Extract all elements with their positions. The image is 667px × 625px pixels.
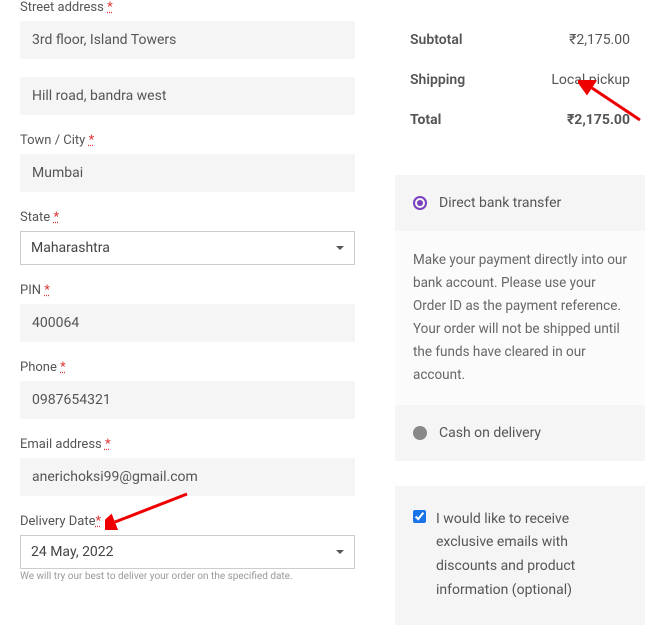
shipping-row: Shipping Local pickup	[410, 60, 630, 100]
total-label: Total	[410, 112, 441, 128]
delivery-date-hint: We will try our best to deliver your ord…	[20, 571, 355, 582]
chevron-down-icon	[336, 246, 344, 250]
consent-checkbox-row: I would like to receive exclusive emails…	[395, 486, 645, 625]
pin-label: PIN *	[20, 283, 355, 298]
consent-checkbox[interactable]	[413, 510, 426, 523]
subtotal-value: ₹2,175.00	[569, 32, 630, 48]
city-label: Town / City *	[20, 133, 355, 148]
payment-option-cod[interactable]: Cash on delivery	[395, 405, 645, 461]
pin-field: PIN *	[20, 283, 355, 342]
payment-methods: Direct bank transfer Make your payment d…	[395, 175, 645, 461]
street-address-field: Street address *	[20, 0, 355, 59]
state-select[interactable]: Maharashtra	[20, 231, 355, 265]
order-summary: Subtotal ₹2,175.00 Shipping Local pickup…	[395, 0, 645, 150]
street-address-2-field	[20, 77, 355, 115]
street-address-input[interactable]	[20, 21, 355, 59]
city-input[interactable]	[20, 154, 355, 192]
payment-bank-description: Make your payment directly into our bank…	[395, 231, 645, 405]
payment-option-bank[interactable]: Direct bank transfer	[395, 175, 645, 231]
pin-input[interactable]	[20, 304, 355, 342]
street-address-2-input[interactable]	[20, 77, 355, 115]
email-field: Email address *	[20, 437, 355, 496]
phone-input[interactable]	[20, 381, 355, 419]
phone-field: Phone *	[20, 360, 355, 419]
shipping-value: Local pickup	[551, 72, 630, 88]
phone-label: Phone *	[20, 360, 355, 375]
delivery-date-value: 24 May, 2022	[21, 536, 354, 568]
delivery-date-field: Delivery Date* 24 May, 2022 We will try …	[20, 514, 355, 582]
city-field: Town / City *	[20, 133, 355, 192]
radio-selected-icon	[413, 196, 427, 210]
email-label: Email address *	[20, 437, 355, 452]
radio-unselected-icon	[413, 426, 427, 440]
state-select-value: Maharashtra	[21, 232, 354, 264]
email-input[interactable]	[20, 458, 355, 496]
total-value: ₹2,175.00	[567, 112, 630, 128]
total-row: Total ₹2,175.00	[410, 100, 630, 140]
state-field: State * Maharashtra	[20, 210, 355, 265]
consent-text: I would like to receive exclusive emails…	[436, 508, 627, 603]
delivery-date-select[interactable]: 24 May, 2022	[20, 535, 355, 569]
payment-cod-label: Cash on delivery	[439, 425, 541, 441]
state-label: State *	[20, 210, 355, 225]
payment-bank-label: Direct bank transfer	[439, 195, 561, 211]
delivery-date-label: Delivery Date*	[20, 514, 355, 529]
chevron-down-icon	[336, 550, 344, 554]
shipping-label: Shipping	[410, 72, 465, 88]
subtotal-label: Subtotal	[410, 32, 463, 48]
subtotal-row: Subtotal ₹2,175.00	[410, 20, 630, 60]
street-address-label: Street address *	[20, 0, 355, 15]
